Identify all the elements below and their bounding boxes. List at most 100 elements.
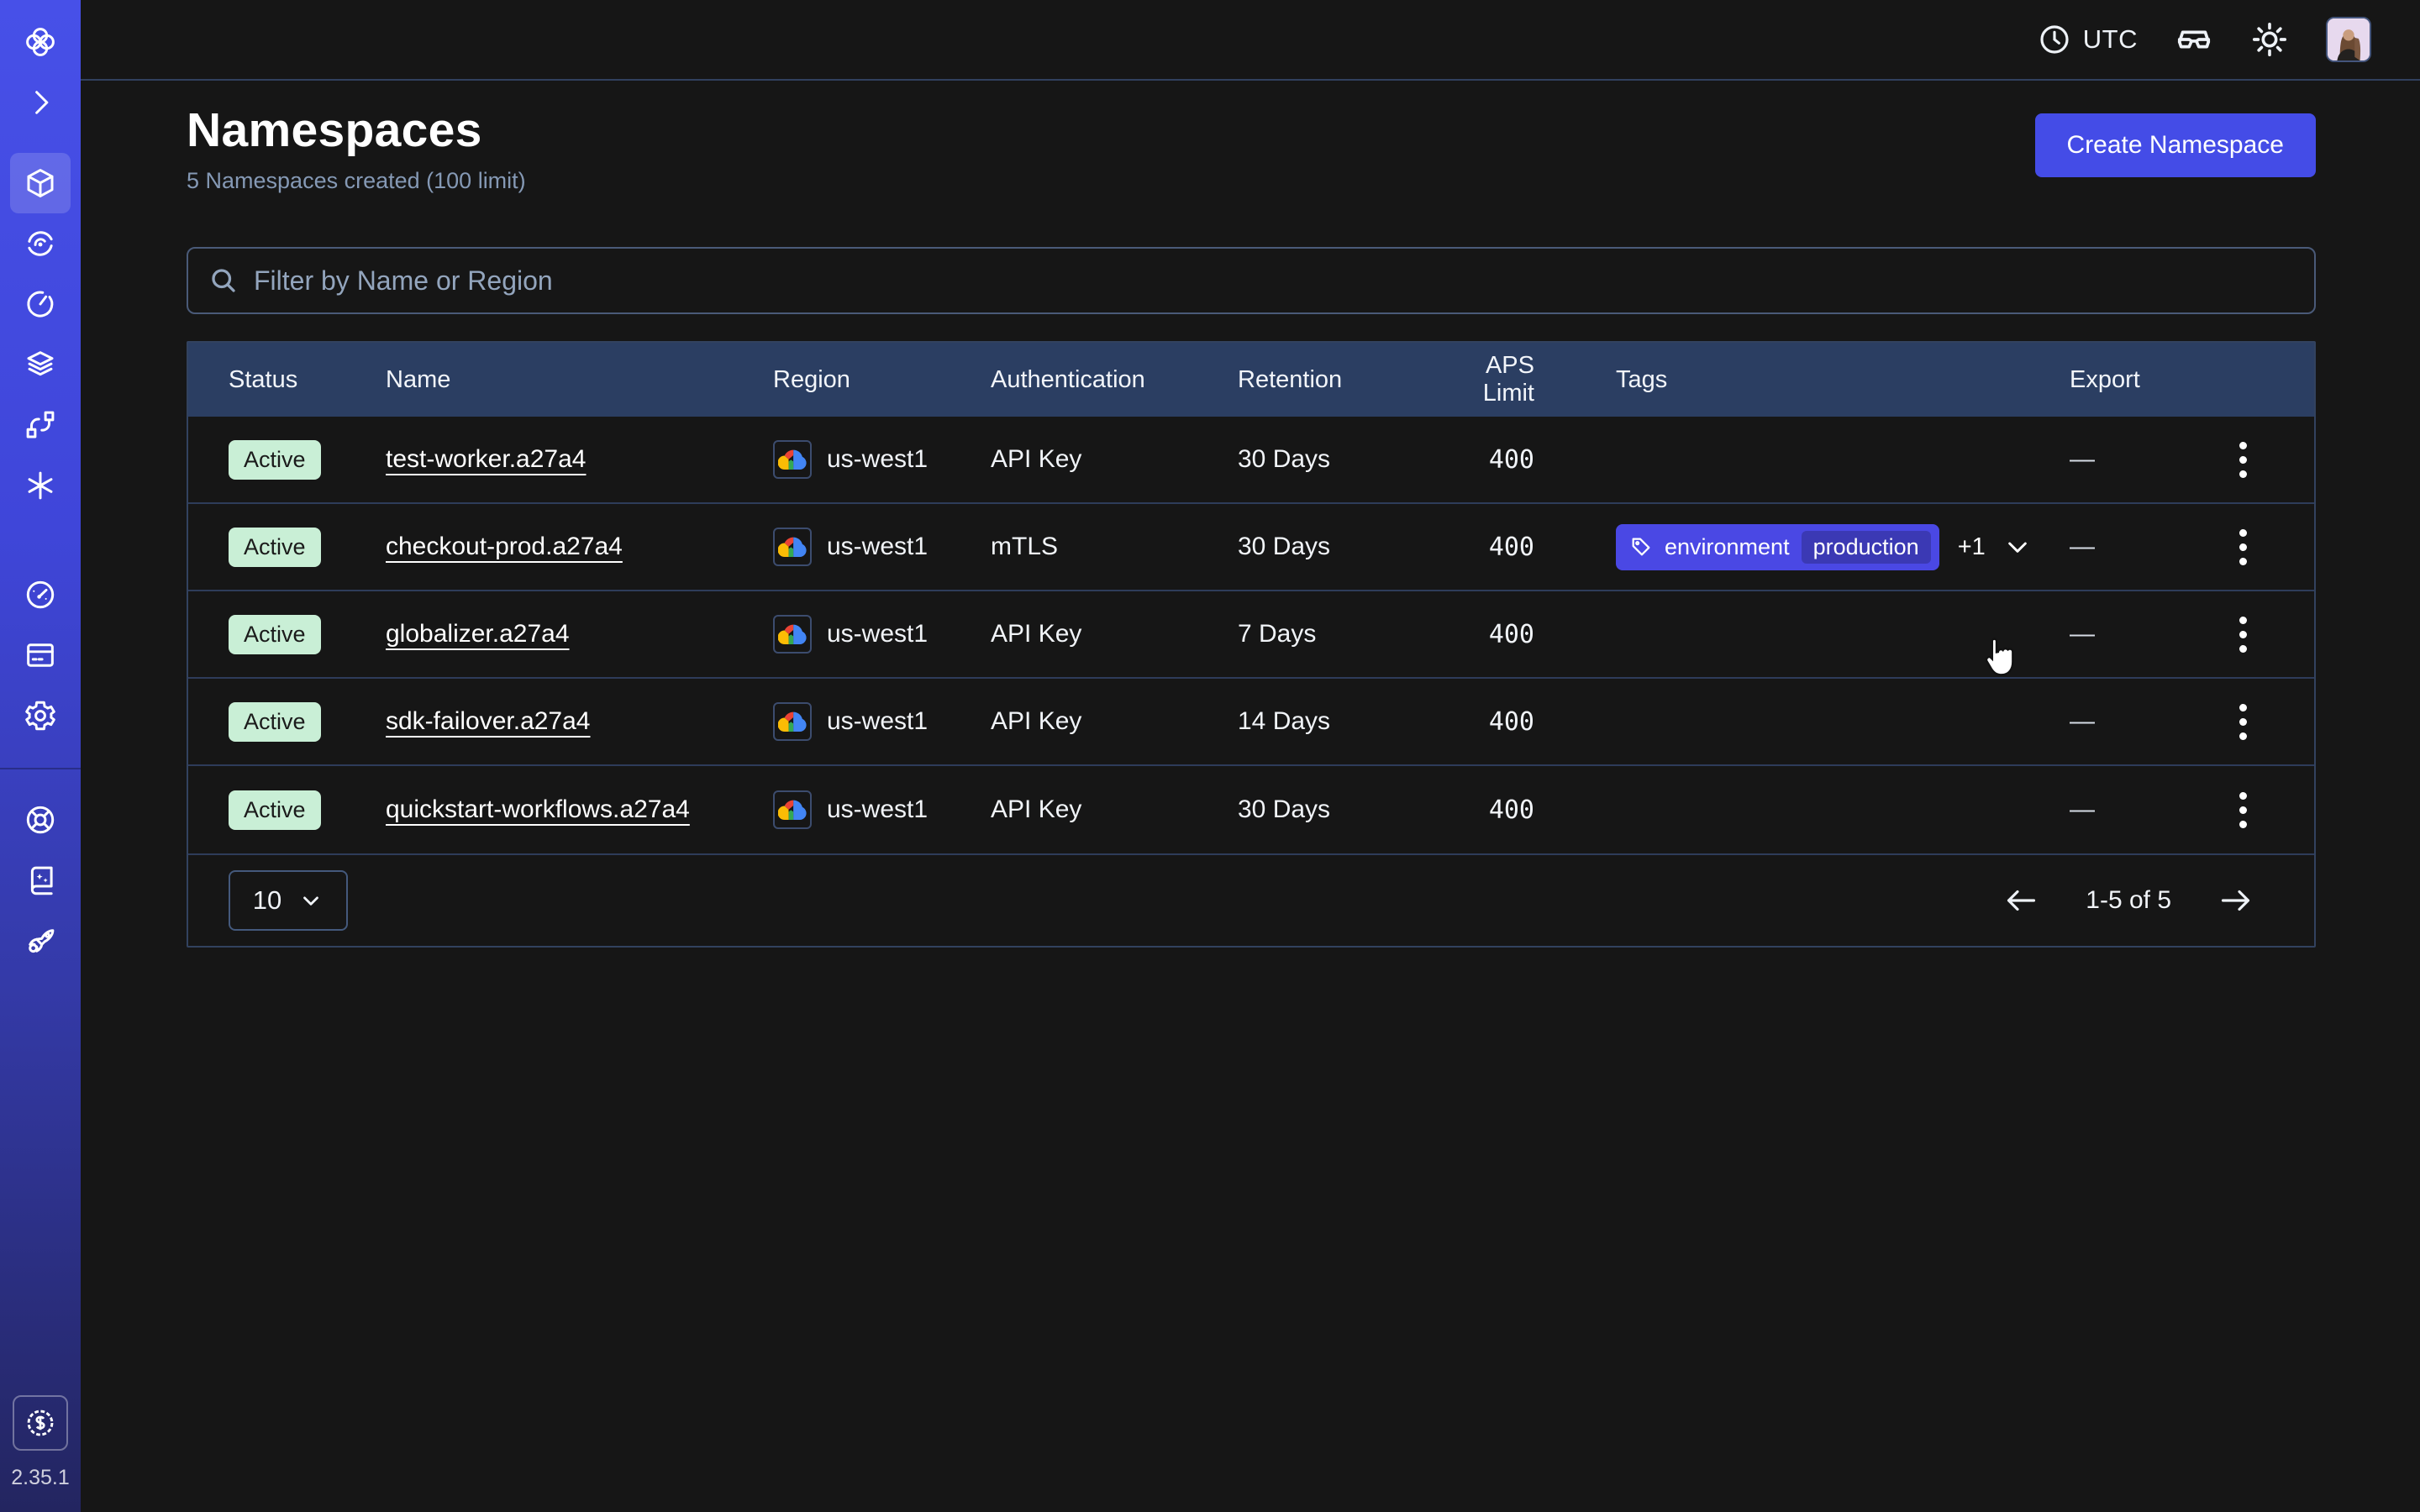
page-size-select[interactable]: 10 bbox=[229, 870, 348, 931]
sidebar-item-settings[interactable] bbox=[10, 685, 71, 746]
tag-icon bbox=[1629, 535, 1653, 559]
sidebar-item-nexus[interactable] bbox=[10, 395, 71, 455]
filter-field[interactable] bbox=[187, 247, 2316, 314]
sidebar: 2.35.1 bbox=[0, 0, 81, 1512]
user-avatar[interactable] bbox=[2326, 17, 2371, 62]
filter-input[interactable] bbox=[254, 265, 2294, 297]
page-size-value: 10 bbox=[253, 885, 281, 916]
page-title: Namespaces bbox=[187, 102, 526, 158]
tag-key: environment bbox=[1665, 534, 1790, 560]
gcp-cloud-icon bbox=[773, 702, 812, 741]
retention-value: 30 Days bbox=[1238, 445, 1429, 474]
retention-value: 30 Days bbox=[1238, 533, 1429, 561]
aps-limit-value: 400 bbox=[1429, 445, 1616, 475]
row-menu-button[interactable] bbox=[2231, 433, 2255, 486]
region-label: us-west1 bbox=[827, 707, 928, 736]
sidebar-item-interceptors[interactable] bbox=[10, 455, 71, 516]
sidebar-item-docs[interactable] bbox=[10, 850, 71, 911]
chevron-down-icon bbox=[298, 888, 324, 913]
auth-value: API Key bbox=[991, 707, 1238, 736]
auth-value: API Key bbox=[991, 620, 1238, 648]
sidebar-item-schedules[interactable] bbox=[10, 274, 71, 334]
col-retention: Retention bbox=[1238, 366, 1429, 394]
namespace-link[interactable]: globalizer.a27a4 bbox=[386, 620, 570, 648]
main-content: Namespaces 5 Namespaces created (100 lim… bbox=[81, 0, 2420, 948]
namespace-link[interactable]: test-worker.a27a4 bbox=[386, 445, 586, 473]
sidebar-divider bbox=[0, 768, 81, 769]
col-status: Status bbox=[229, 366, 386, 394]
labs-glasses-icon[interactable] bbox=[2175, 20, 2213, 59]
pagination-range: 1-5 of 5 bbox=[2086, 886, 2171, 915]
sidebar-item-namespaces[interactable] bbox=[10, 153, 71, 213]
aps-limit-value: 400 bbox=[1429, 533, 1616, 562]
region-label: us-west1 bbox=[827, 795, 928, 824]
table-row: Active globalizer.a27a4 us-west1 API Key… bbox=[188, 591, 2314, 679]
gcp-cloud-icon bbox=[773, 528, 812, 566]
create-namespace-button[interactable]: Create Namespace bbox=[2035, 113, 2316, 177]
status-badge: Active bbox=[229, 528, 321, 567]
row-menu-button[interactable] bbox=[2231, 608, 2255, 661]
clock-icon bbox=[2038, 23, 2071, 56]
namespace-link[interactable]: quickstart-workflows.a27a4 bbox=[386, 795, 690, 823]
status-badge: Active bbox=[229, 790, 321, 830]
search-icon bbox=[208, 265, 239, 296]
col-aps-limit: APS Limit bbox=[1429, 352, 1616, 407]
namespaces-table: Status Name Region Authentication Retent… bbox=[187, 341, 2316, 948]
col-export: Export bbox=[2070, 366, 2314, 394]
export-value: — bbox=[2070, 533, 2095, 561]
sidebar-item-usage[interactable] bbox=[10, 564, 71, 625]
auth-value: API Key bbox=[991, 445, 1238, 474]
tag-pill[interactable]: environment production bbox=[1616, 524, 1939, 570]
row-menu-button[interactable] bbox=[2231, 696, 2255, 748]
prev-page-button[interactable] bbox=[2002, 885, 2039, 916]
timezone-label: UTC bbox=[2083, 24, 2138, 55]
namespace-link[interactable]: sdk-failover.a27a4 bbox=[386, 707, 591, 735]
region-label: us-west1 bbox=[827, 620, 928, 648]
expand-sidebar-icon[interactable] bbox=[10, 72, 71, 133]
status-badge: Active bbox=[229, 440, 321, 480]
gcp-cloud-icon bbox=[773, 615, 812, 654]
tags-cell: environment production +1 bbox=[1616, 524, 2070, 570]
table-row: Active quickstart-workflows.a27a4 us-wes… bbox=[188, 766, 2314, 853]
app-version: 2.35.1 bbox=[11, 1466, 70, 1490]
next-page-button[interactable] bbox=[2218, 885, 2255, 916]
sidebar-item-monitoring[interactable] bbox=[10, 213, 71, 274]
sidebar-item-billing[interactable] bbox=[10, 625, 71, 685]
namespace-link[interactable]: checkout-prod.a27a4 bbox=[386, 533, 623, 560]
table-footer: 10 1-5 of 5 bbox=[188, 853, 2314, 946]
table-row: Active test-worker.a27a4 us-west1 API Ke… bbox=[188, 417, 2314, 504]
aps-limit-value: 400 bbox=[1429, 707, 1616, 737]
col-region: Region bbox=[773, 366, 991, 394]
tag-value: production bbox=[1802, 531, 1931, 564]
row-menu-button[interactable] bbox=[2231, 521, 2255, 574]
sidebar-item-getting-started[interactable] bbox=[10, 911, 71, 971]
temporal-logo-icon[interactable] bbox=[10, 12, 71, 72]
theme-toggle-sun-icon[interactable] bbox=[2250, 20, 2289, 59]
row-menu-button[interactable] bbox=[2231, 784, 2255, 837]
region-label: us-west1 bbox=[827, 533, 928, 561]
table-row: Active sdk-failover.a27a4 us-west1 API K… bbox=[188, 679, 2314, 766]
tags-expand-chevron-icon[interactable] bbox=[2004, 533, 2031, 560]
timezone-selector[interactable]: UTC bbox=[2038, 23, 2138, 56]
col-tags: Tags bbox=[1616, 366, 2070, 394]
retention-value: 30 Days bbox=[1238, 795, 1429, 824]
status-badge: Active bbox=[229, 702, 321, 742]
region-label: us-west1 bbox=[827, 445, 928, 474]
export-value: — bbox=[2070, 795, 2095, 824]
page-subtitle: 5 Namespaces created (100 limit) bbox=[187, 168, 526, 194]
sidebar-item-support[interactable] bbox=[10, 790, 71, 850]
sidebar-item-deployments[interactable] bbox=[10, 334, 71, 395]
gcp-cloud-icon bbox=[773, 790, 812, 829]
retention-value: 7 Days bbox=[1238, 620, 1429, 648]
aps-limit-value: 400 bbox=[1429, 620, 1616, 649]
export-value: — bbox=[2070, 707, 2095, 736]
export-value: — bbox=[2070, 620, 2095, 648]
export-value: — bbox=[2070, 445, 2095, 474]
tags-more-count: +1 bbox=[1958, 533, 1986, 561]
top-bar: UTC bbox=[81, 0, 2420, 81]
status-badge: Active bbox=[229, 615, 321, 654]
table-row: Active checkout-prod.a27a4 us-west1 mTLS… bbox=[188, 504, 2314, 591]
retention-value: 14 Days bbox=[1238, 707, 1429, 736]
credits-button[interactable] bbox=[13, 1395, 68, 1451]
auth-value: API Key bbox=[991, 795, 1238, 824]
